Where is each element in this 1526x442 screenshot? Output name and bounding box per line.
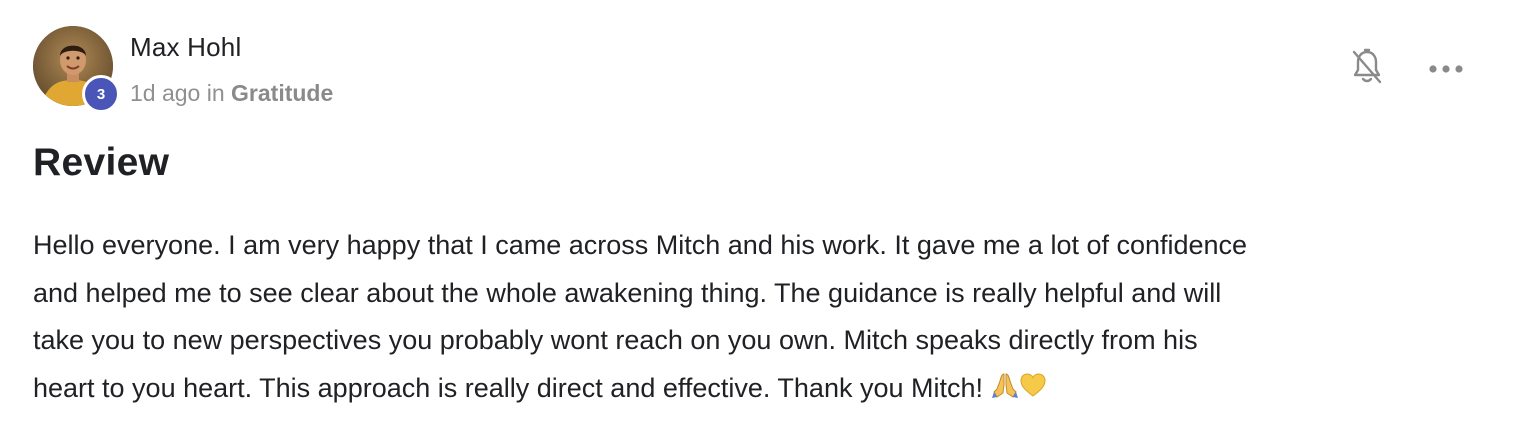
post-title: Review	[33, 141, 170, 184]
author-avatar-group[interactable]: 3	[33, 26, 123, 116]
body-line-text: heart to you heart. This approach is rea…	[33, 372, 991, 403]
level-badge: 3	[82, 75, 120, 113]
praying-hands-emoji	[991, 367, 1019, 415]
notification-toggle-button[interactable]	[1346, 48, 1388, 90]
author-name[interactable]: Max Hohl	[130, 32, 241, 63]
meta-in-label: in	[206, 80, 225, 106]
post-card: 3 Max Hohl 1d ago in Gratitude Review He…	[0, 0, 1526, 442]
body-line: take you to new perspectives you probabl…	[33, 325, 1198, 355]
more-options-button[interactable]	[1424, 50, 1468, 90]
body-line: Hello everyone. I am very happy that I c…	[33, 230, 1248, 260]
bell-off-icon	[1350, 48, 1384, 91]
body-line-last: heart to you heart. This approach is rea…	[33, 365, 1483, 415]
more-horizontal-icon	[1428, 61, 1464, 79]
post-meta: 1d ago in Gratitude	[130, 80, 333, 107]
category-link[interactable]: Gratitude	[231, 80, 333, 106]
body-line: and helped me to see clear about the who…	[33, 277, 1222, 308]
post-body: Hello everyone. I am very happy that I c…	[33, 222, 1483, 414]
yellow-heart-emoji	[1019, 367, 1047, 415]
post-time: 1d ago	[130, 80, 201, 106]
